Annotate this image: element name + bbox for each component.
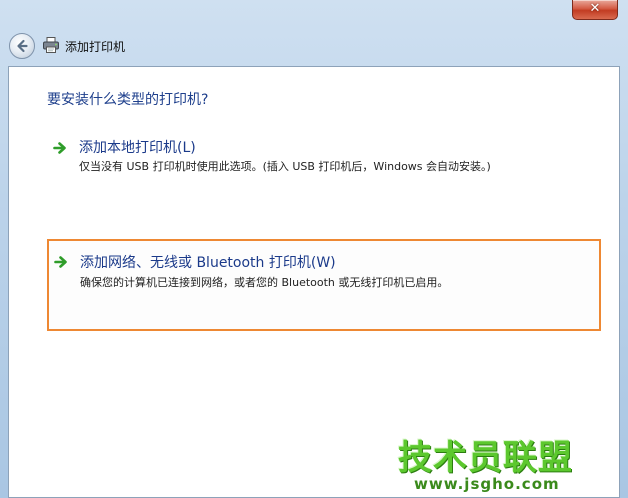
printer-icon <box>43 37 59 53</box>
add-local-printer-option[interactable]: 添加本地打印机(L) 仅当没有 USB 打印机时使用此选项。(插入 USB 打印… <box>47 134 607 180</box>
close-button[interactable]: ✕ <box>572 0 618 20</box>
window-title: 添加打印机 <box>65 40 126 54</box>
option-title: 添加本地打印机(L) <box>79 140 196 156</box>
back-button[interactable] <box>9 33 35 59</box>
watermark-url: www.jsgho.com <box>414 475 560 493</box>
option-description: 仅当没有 USB 打印机时使用此选项。(插入 USB 打印机后，Windows … <box>79 160 491 173</box>
option-description: 确保您的计算机已连接到网络，或者您的 Bluetooth 或无线打印机已启用。 <box>80 276 449 289</box>
title-bar: ✕ <box>0 0 628 28</box>
watermark: 技术员联盟 www.jsgho.com <box>394 428 628 498</box>
watermark-logo-text: 技术员联盟 <box>398 438 573 478</box>
add-printer-window: ✕ 添加打印机 要安装什么类型的打印机? 添加本地打印机(L) 仅当没有 USB… <box>0 0 628 498</box>
navigation-bar: 添加打印机 <box>0 30 628 64</box>
close-icon: ✕ <box>589 1 601 16</box>
back-arrow-icon <box>17 39 28 53</box>
green-arrow-icon <box>53 142 66 154</box>
add-network-printer-option[interactable]: 添加网络、无线或 Bluetooth 打印机(W) 确保您的计算机已连接到网络，… <box>47 239 601 331</box>
page-question: 要安装什么类型的打印机? <box>47 92 209 108</box>
green-arrow-icon <box>54 256 67 268</box>
option-title: 添加网络、无线或 Bluetooth 打印机(W) <box>80 255 336 271</box>
